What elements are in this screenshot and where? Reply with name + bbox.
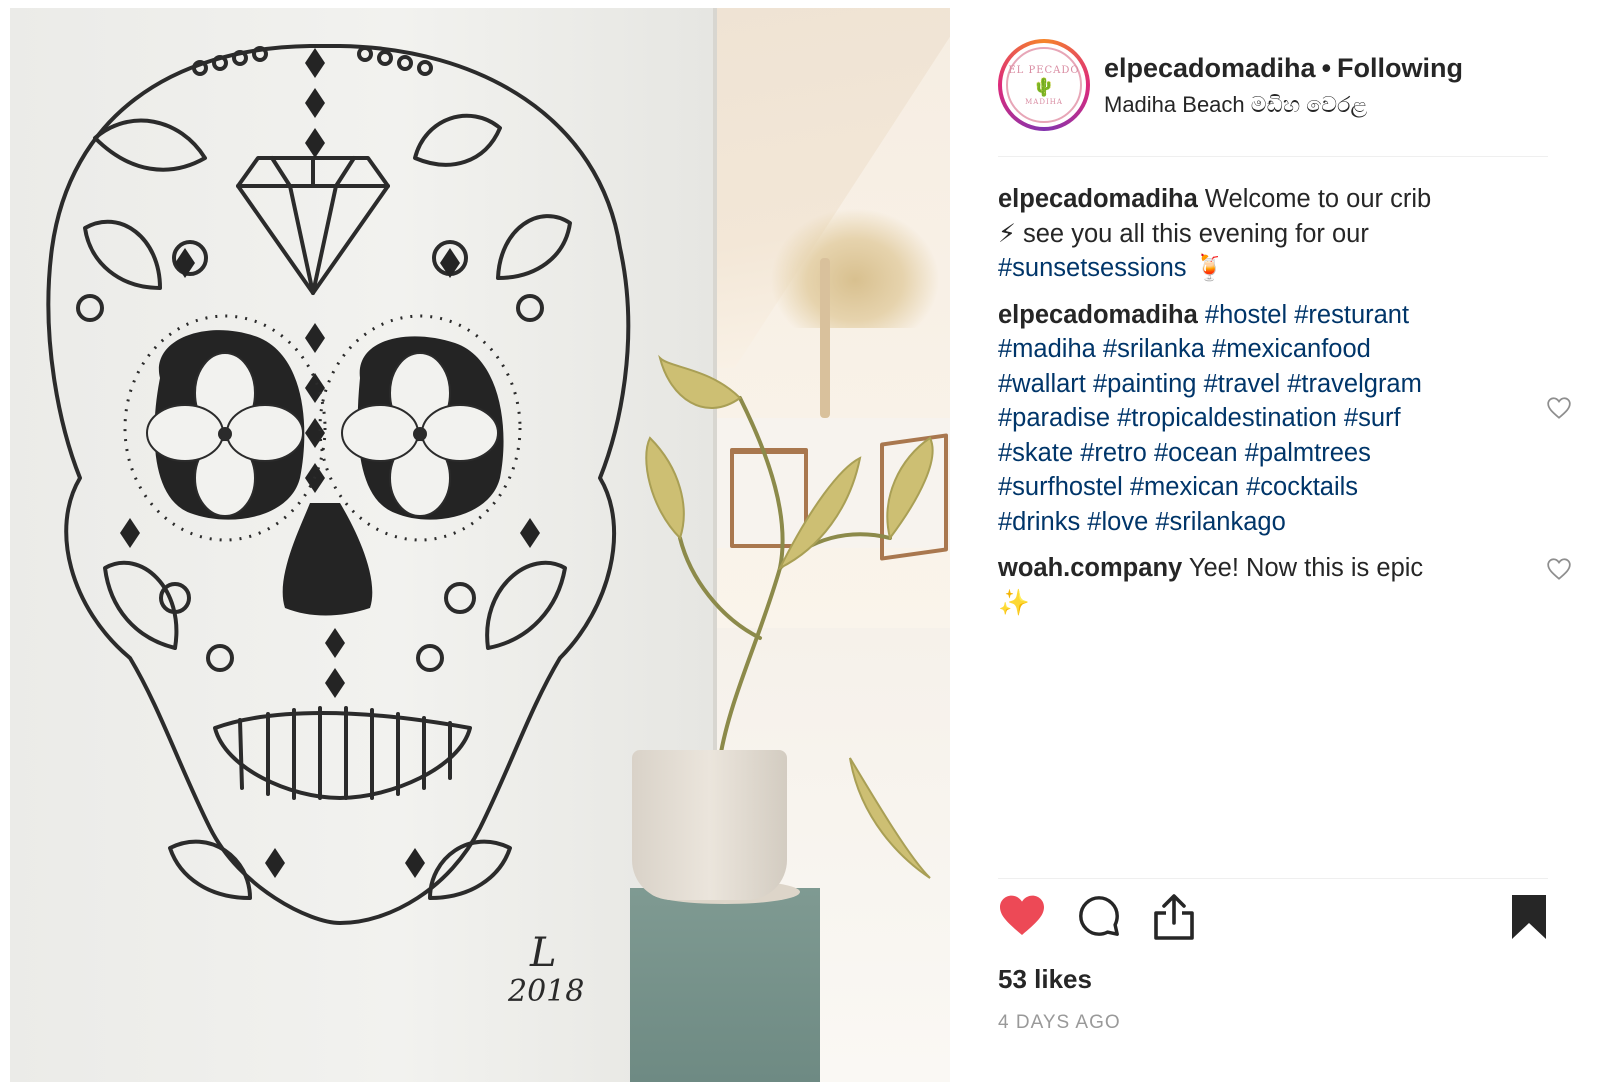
- comment-text: ⚡ see you all this evening for our: [998, 219, 1369, 248]
- separator-dot: •: [1321, 52, 1332, 83]
- share-upload-icon[interactable]: [1152, 893, 1196, 941]
- comment-like-heart-icon[interactable]: [1546, 557, 1572, 581]
- comment-username[interactable]: elpecadomadiha: [998, 301, 1198, 329]
- hashtag-link[interactable]: #cocktails: [1246, 473, 1358, 501]
- caption: elpecadomadiha Welcome to our crib ⚡ see…: [998, 182, 1498, 286]
- header-user-line: elpecadomadiha • Following: [1104, 53, 1463, 84]
- post-container: L 2018 EL PECADO 🌵 MADIHA elpecadomadiha…: [10, 8, 1610, 1082]
- hashtag-link[interactable]: #ocean: [1154, 439, 1238, 467]
- cactus-icon: 🌵: [1032, 76, 1056, 97]
- hashtag-link[interactable]: #madiha: [998, 335, 1096, 363]
- location-link[interactable]: Madiha Beach මඩිහ වෙරළ: [1104, 92, 1463, 118]
- hashtag-link[interactable]: #paradise: [998, 404, 1110, 432]
- concrete-pillar: [630, 888, 820, 1082]
- post-image[interactable]: L 2018: [10, 8, 950, 1082]
- palm-leaves: [770, 208, 940, 328]
- comment-text: Welcome to our crib: [1204, 185, 1432, 213]
- username-link[interactable]: elpecadomadiha: [1104, 53, 1316, 83]
- hashtag-link[interactable]: #hostel: [1205, 301, 1287, 329]
- hashtag-link[interactable]: #travel: [1204, 370, 1281, 398]
- post-timestamp[interactable]: 4 DAYS AGO: [998, 1012, 1121, 1034]
- artist-signature: L 2018: [508, 933, 584, 1007]
- logo-top-text: EL PECADO: [1008, 64, 1080, 76]
- bookmark-filled-icon[interactable]: [1510, 893, 1548, 941]
- comment-item: elpecadomadiha #hostel #resturant #madih…: [998, 298, 1571, 540]
- hashtag-link[interactable]: #srilankago: [1155, 508, 1285, 536]
- comments-list: elpecadomadiha Welcome to our crib ⚡ see…: [998, 182, 1571, 632]
- post-actions: [998, 893, 1558, 953]
- comment-text: Yee! Now this is epic: [1188, 554, 1424, 582]
- comment-item: woah.company Yee! Now this is epic ✨: [998, 551, 1571, 620]
- post-header: EL PECADO 🌵 MADIHA elpecadomadiha • Follow…: [998, 30, 1558, 140]
- comment-bubble-icon[interactable]: [1076, 893, 1122, 939]
- hashtag-link[interactable]: #surfhostel: [998, 473, 1123, 501]
- hashtag-link[interactable]: #palmtrees: [1245, 439, 1371, 467]
- comment-like-heart-icon[interactable]: [1546, 396, 1572, 420]
- hashtag-link[interactable]: #painting: [1093, 370, 1197, 398]
- hashtag-link[interactable]: #srilanka: [1103, 335, 1205, 363]
- following-button[interactable]: Following: [1337, 53, 1463, 83]
- hashtag-link[interactable]: #skate: [998, 439, 1073, 467]
- hashtag-link[interactable]: #wallart: [998, 370, 1086, 398]
- hashtag-link[interactable]: #surf: [1344, 404, 1401, 432]
- avatar[interactable]: EL PECADO 🌵 MADIHA: [998, 39, 1090, 131]
- header-divider: [998, 156, 1548, 157]
- signature-mark: L: [530, 930, 557, 976]
- hashtag-link[interactable]: #mexicanfood: [1212, 335, 1371, 363]
- post-side-panel: EL PECADO 🌵 MADIHA elpecadomadiha • Follow…: [950, 8, 1610, 1082]
- header-text: elpecadomadiha • Following Madiha Beach මඩ…: [1104, 53, 1463, 118]
- cocktail-emoji: 🍹: [1193, 254, 1226, 282]
- comment-username[interactable]: elpecadomadiha: [998, 185, 1198, 213]
- hashtag-link[interactable]: #mexican: [1130, 473, 1239, 501]
- hashtag-link[interactable]: #love: [1087, 508, 1148, 536]
- hashtag-link[interactable]: #sunsetsessions: [998, 254, 1187, 282]
- hashtag-link[interactable]: #drinks: [998, 508, 1080, 536]
- plant-pot: [632, 750, 787, 900]
- logo-bottom-text: MADIHA: [1025, 97, 1063, 106]
- heart-filled-icon[interactable]: [998, 893, 1046, 937]
- hashtag-link[interactable]: #travelgram: [1287, 370, 1422, 398]
- likes-count[interactable]: 53 likes: [998, 964, 1092, 995]
- hashtag-link[interactable]: #resturant: [1294, 301, 1409, 329]
- sugar-skull-drawing: [46, 44, 631, 925]
- comment-username[interactable]: woah.company: [998, 554, 1182, 582]
- sparkles-emoji: ✨: [998, 588, 1030, 617]
- hashtag-link[interactable]: #tropicaldestination: [1117, 404, 1337, 432]
- hashtag-link[interactable]: #retro: [1080, 439, 1147, 467]
- logo: EL PECADO 🌵 MADIHA: [1006, 47, 1082, 123]
- actions-divider: [998, 878, 1548, 879]
- signature-year: 2018: [508, 974, 585, 1009]
- avatar-image: EL PECADO 🌵 MADIHA: [1002, 43, 1086, 127]
